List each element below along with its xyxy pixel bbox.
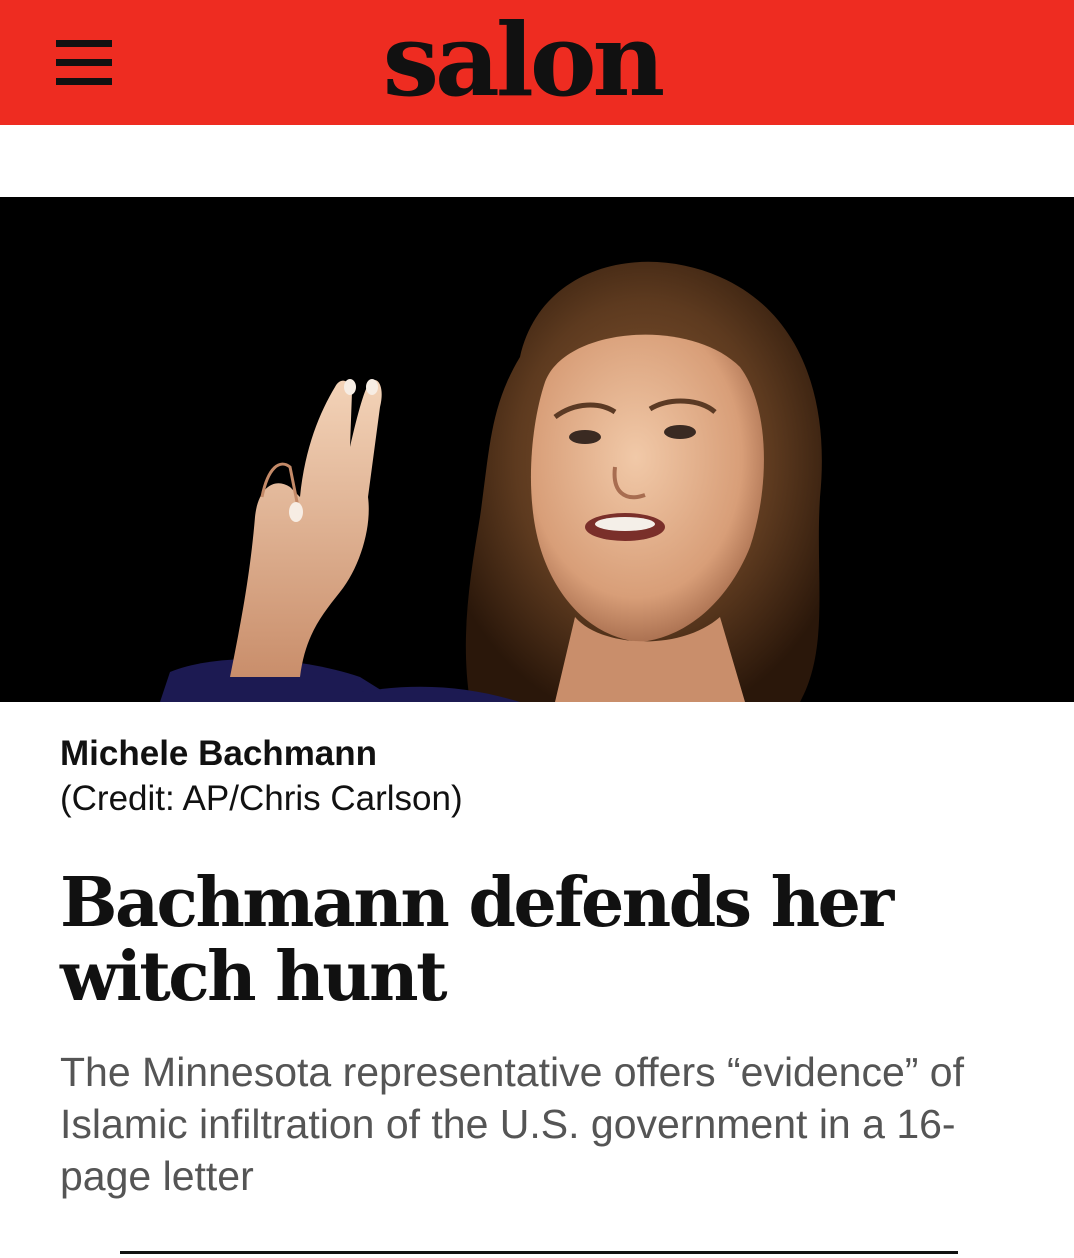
article-dek: The Minnesota representative offers “evi… <box>60 1049 965 1199</box>
menu-line <box>56 59 112 66</box>
hamburger-menu-icon[interactable] <box>54 38 114 88</box>
divider <box>120 1251 958 1254</box>
salon-logo[interactable]: salon <box>330 0 714 125</box>
site-header: salon <box>0 0 1074 125</box>
photo-caption-name: Michele Bachmann <box>60 734 378 773</box>
menu-line <box>56 78 112 85</box>
hero-image[interactable] <box>0 197 1074 702</box>
photo-credit: (Credit: AP/Chris Carlson) <box>60 779 463 818</box>
menu-line <box>56 40 112 47</box>
article-headline[interactable]: Bachmann defends her witch hunt <box>60 866 1020 1014</box>
